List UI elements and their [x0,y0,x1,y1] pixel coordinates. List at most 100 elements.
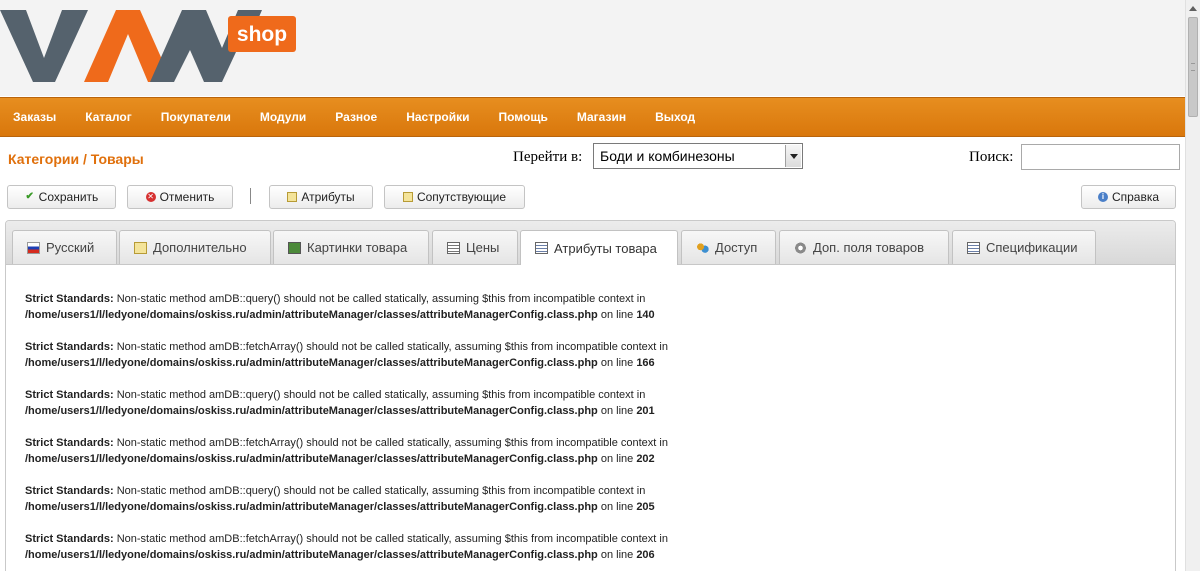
edit-icon [134,241,147,254]
tab-prices[interactable]: Цены [432,230,518,264]
edit-icon [287,192,298,202]
nav-modules[interactable]: Модули [260,110,306,124]
tab-label: Цены [466,240,500,255]
error-prefix: Strict Standards: [25,293,114,305]
error-text: Non-static method amDB::fetchArray() sho… [113,533,668,545]
tab-label: Русский [46,240,95,255]
error-path: /home/users1/l/ledyone/domains/oskiss.ru… [25,357,598,369]
error-online: on line [597,309,637,321]
help-button[interactable]: i Справка [1081,185,1176,209]
error-line: 201 [636,405,655,417]
tab-label: Картинки товара [307,240,408,255]
edit-icon [402,192,413,202]
error-message: Strict Standards: Non-static method amDB… [25,531,1165,563]
error-prefix: Strict Standards: [25,389,114,401]
toolbar: ✔ Сохранить ✕ Отменить Атрибуты Сопутств… [0,183,1185,211]
nav-catalog[interactable]: Каталог [85,110,132,124]
error-text: Non-static method amDB::fetchArray() sho… [113,437,668,449]
nav-help[interactable]: Помощь [499,110,548,124]
error-message: Strict Standards: Non-static method amDB… [25,483,1165,515]
related-label: Сопутствующие [416,190,507,204]
cancel-icon: ✕ [145,192,156,202]
error-online: on line [597,549,637,561]
nav-orders[interactable]: Заказы [13,110,56,124]
goto-selected-value: Боди и комбинезоны [600,148,735,164]
scroll-up-icon[interactable] [1186,0,1200,16]
error-path: /home/users1/l/ledyone/domains/oskiss.ru… [25,501,598,513]
error-online: on line [597,501,637,513]
tab-access[interactable]: Доступ [681,230,776,264]
vamshop-logo[interactable]: shop [0,8,300,84]
error-messages: Strict Standards: Non-static method amDB… [25,291,1165,571]
error-online: on line [597,405,637,417]
users-icon [696,241,709,254]
save-button[interactable]: ✔ Сохранить [7,185,116,209]
error-path: /home/users1/l/ledyone/domains/oskiss.ru… [25,549,598,561]
related-button[interactable]: Сопутствующие [384,185,525,209]
admin-page: shop Заказы Каталог Покупатели Модули Ра… [0,0,1185,571]
nav-settings[interactable]: Настройки [406,110,469,124]
goto-label: Перейти в: [513,149,583,165]
tab-label: Атрибуты товара [554,240,657,256]
save-label: Сохранить [38,190,99,204]
price-list-icon [447,241,460,254]
error-prefix: Strict Standards: [25,341,114,353]
error-online: on line [597,357,637,369]
flag-ru-icon [27,241,40,254]
logo-badge: shop [237,23,287,46]
error-path: /home/users1/l/ledyone/domains/oskiss.ru… [25,309,598,321]
tab-product-attributes[interactable]: Атрибуты товара [520,230,678,265]
error-text: Non-static method amDB::query() should n… [113,293,646,305]
page-title: Категории / Товары [8,151,144,167]
main-nav: Заказы Каталог Покупатели Модули Разное … [0,97,1185,137]
gear-icon [794,241,807,254]
tab-label: Дополнительно [153,240,247,255]
attributes-icon [535,242,548,254]
goto-category-select[interactable]: Боди и комбинезоны [593,143,803,169]
help-label: Справка [1111,190,1160,204]
error-text: Non-static method amDB::query() should n… [113,485,646,497]
cancel-button[interactable]: ✕ Отменить [127,185,233,209]
chevron-down-icon[interactable] [785,145,801,167]
error-prefix: Strict Standards: [25,485,114,497]
tab-label: Доступ [715,240,758,255]
header: shop [0,0,1185,96]
tab-russian[interactable]: Русский [12,230,117,264]
error-line: 202 [636,453,655,465]
error-message: Strict Standards: Non-static method amDB… [25,435,1165,467]
tab-product-images[interactable]: Картинки товара [273,230,429,264]
error-path: /home/users1/l/ledyone/domains/oskiss.ru… [25,405,598,417]
image-icon [288,241,301,254]
tab-specifications[interactable]: Спецификации [952,230,1096,264]
error-path: /home/users1/l/ledyone/domains/oskiss.ru… [25,453,598,465]
error-text: Non-static method amDB::query() should n… [113,389,646,401]
error-message: Strict Standards: Non-static method amDB… [25,291,1165,323]
attributes-button[interactable]: Атрибуты [269,185,373,209]
error-prefix: Strict Standards: [25,533,114,545]
error-line: 140 [636,309,655,321]
error-online: on line [597,453,637,465]
nav-logout[interactable]: Выход [655,110,695,124]
error-message: Strict Standards: Non-static method amDB… [25,387,1165,419]
tab-strip: Русский Дополнительно Картинки товара Це… [6,221,1175,265]
tab-label: Спецификации [986,240,1078,255]
error-prefix: Strict Standards: [25,437,114,449]
product-tabs-panel: Русский Дополнительно Картинки товара Це… [5,220,1176,571]
tab-additional[interactable]: Дополнительно [119,230,271,264]
title-row: Категории / Товары Перейти в: Боди и ком… [0,139,1185,179]
nav-misc[interactable]: Разное [335,110,377,124]
checkmark-icon: ✔ [25,191,34,202]
error-text: Non-static method amDB::fetchArray() sho… [113,341,668,353]
nav-customers[interactable]: Покупатели [161,110,231,124]
scrollbar-thumb[interactable] [1188,17,1198,117]
error-message: Strict Standards: Non-static method amDB… [25,339,1165,371]
search-input[interactable] [1021,144,1180,170]
page-scrollbar[interactable] [1185,0,1200,571]
nav-shop[interactable]: Магазин [577,110,626,124]
tab-extra-fields[interactable]: Доп. поля товаров [779,230,949,264]
search-label: Поиск: [969,149,1014,165]
toolbar-divider [250,188,251,204]
error-line: 206 [636,549,655,561]
tab-label: Доп. поля товаров [813,240,925,255]
spec-icon [967,241,980,254]
